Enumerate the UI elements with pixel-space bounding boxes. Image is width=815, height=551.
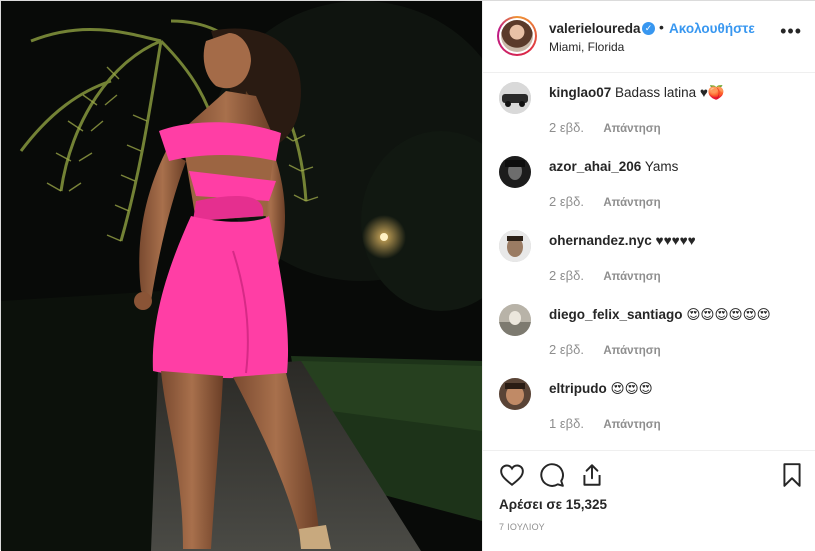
- comment-item: diego_felix_santiago 😍😍😍😍😍😍 2 εβδ. Απάντ…: [499, 296, 809, 370]
- author-avatar[interactable]: [497, 16, 537, 56]
- avatar-face-image: [499, 156, 531, 188]
- comment-body: Yams: [644, 159, 679, 174]
- comment-text-line: ohernandez.nyc ♥♥♥♥♥: [549, 233, 696, 248]
- comment-body: 😍😍😍: [610, 381, 653, 396]
- comment-meta: 2 εβδ. Απάντηση: [549, 194, 661, 209]
- author-username[interactable]: valerieloureda: [549, 21, 641, 36]
- comment-icon[interactable]: [539, 462, 565, 488]
- post-photo[interactable]: [1, 1, 482, 551]
- comment-username[interactable]: eltripudo: [549, 381, 607, 396]
- post-frame: valerieloureda ✓ • Ακολουθήστε Miami, Fl…: [0, 0, 815, 551]
- reply-button[interactable]: Απάντηση: [603, 197, 660, 209]
- comment-text-line: diego_felix_santiago 😍😍😍😍😍😍: [549, 307, 771, 323]
- comment-text-line: eltripudo 😍😍😍: [549, 381, 653, 397]
- comment-time[interactable]: 2 εβδ.: [549, 194, 584, 209]
- avatar-frame: [499, 18, 535, 54]
- post-actions: Αρέσει σε 15,325 7 ΙΟΥΛΙΟΥ: [483, 450, 815, 551]
- comment-avatar[interactable]: [499, 82, 531, 114]
- avatar-car-image: [499, 82, 531, 114]
- comment-avatar[interactable]: [499, 304, 531, 336]
- comment-item: eltripudo 😍😍😍 1 εβδ. Απάντηση: [499, 370, 809, 444]
- post-location[interactable]: Miami, Florida: [549, 40, 624, 54]
- comment-item: azor_ahai_206 Yams 2 εβδ. Απάντηση: [499, 148, 809, 222]
- comment-username[interactable]: ohernandez.nyc: [549, 233, 652, 248]
- comment-text-line: azor_ahai_206 Yams: [549, 159, 678, 174]
- comment-avatar[interactable]: [499, 156, 531, 188]
- comment-meta: 2 εβδ. Απάντηση: [549, 342, 661, 357]
- comment-avatar[interactable]: [499, 378, 531, 410]
- bookmark-icon[interactable]: [779, 462, 805, 488]
- comment-body: ♥♥♥♥♥: [655, 233, 696, 248]
- comment-username[interactable]: kinglao07: [549, 85, 611, 100]
- comment-username[interactable]: diego_felix_santiago: [549, 307, 683, 322]
- comment-time[interactable]: 1 εβδ.: [549, 416, 584, 431]
- comment-item: kinglao07 Badass latina ♥🍑 2 εβδ. Απάντη…: [499, 74, 809, 148]
- share-icon[interactable]: [579, 462, 605, 488]
- comment-time[interactable]: 2 εβδ.: [549, 120, 584, 135]
- reply-button[interactable]: Απάντηση: [603, 123, 660, 135]
- post-header: valerieloureda ✓ • Ακολουθήστε Miami, Fl…: [483, 1, 815, 73]
- comment-time[interactable]: 2 εβδ.: [549, 268, 584, 283]
- heart-icon[interactable]: [499, 462, 525, 488]
- post-side-panel: valerieloureda ✓ • Ακολουθήστε Miami, Fl…: [482, 1, 815, 551]
- verified-icon: ✓: [642, 22, 655, 35]
- separator-dot: •: [659, 19, 664, 35]
- comment-item: ohernandez.nyc ♥♥♥♥♥ 2 εβδ. Απάντηση: [499, 222, 809, 296]
- comment-meta: 2 εβδ. Απάντηση: [549, 268, 661, 283]
- follow-button[interactable]: Ακολουθήστε: [669, 21, 755, 36]
- comment-username[interactable]: azor_ahai_206: [549, 159, 641, 174]
- comment-avatar[interactable]: [499, 230, 531, 262]
- comment-text-line: kinglao07 Badass latina ♥🍑: [549, 85, 725, 101]
- author-avatar-image: [501, 20, 533, 52]
- comment-time[interactable]: 2 εβδ.: [549, 342, 584, 357]
- more-icon[interactable]: •••: [780, 22, 802, 40]
- comment-body: 😍😍😍😍😍😍: [686, 307, 771, 322]
- reply-button[interactable]: Απάντηση: [603, 345, 660, 357]
- reply-button[interactable]: Απάντηση: [603, 271, 660, 283]
- comment-body: Badass latina ♥🍑: [615, 85, 725, 100]
- avatar-face-image: [499, 378, 531, 410]
- post-photo-illustration: [1, 1, 482, 551]
- avatar-face-image: [499, 230, 531, 262]
- likes-count[interactable]: Αρέσει σε 15,325: [499, 497, 607, 512]
- comment-meta: 2 εβδ. Απάντηση: [549, 120, 661, 135]
- reply-button[interactable]: Απάντηση: [603, 419, 660, 431]
- post-date[interactable]: 7 ΙΟΥΛΙΟΥ: [499, 522, 545, 532]
- avatar-scene-image: [499, 304, 531, 336]
- comments-list[interactable]: kinglao07 Badass latina ♥🍑 2 εβδ. Απάντη…: [483, 74, 815, 449]
- comment-meta: 1 εβδ. Απάντηση: [549, 416, 661, 431]
